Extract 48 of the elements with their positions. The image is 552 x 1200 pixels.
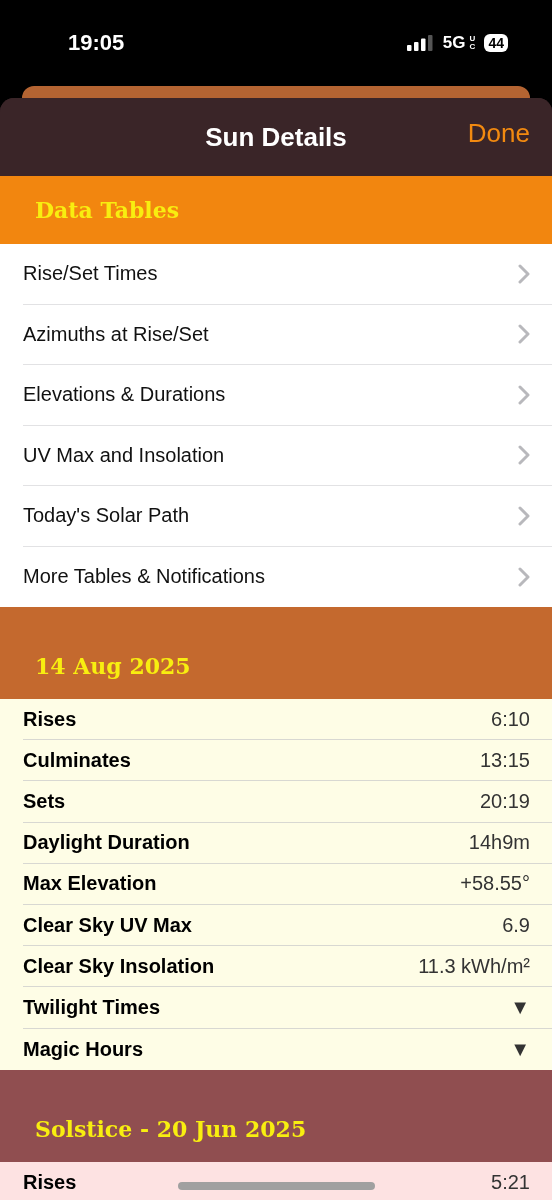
- row-label: Elevations & Durations: [23, 383, 226, 407]
- row-label: Magic Hours: [23, 1037, 144, 1061]
- row-label: Clear Sky Insolation: [23, 954, 215, 978]
- chevron-icon: [518, 566, 530, 587]
- table-row[interactable]: More Tables & Notifications: [23, 546, 552, 607]
- table-row[interactable]: UV Max and Insolation: [23, 425, 552, 486]
- signal-icon: [406, 35, 433, 51]
- table-row[interactable]: Azimuths at Rise/Set: [23, 304, 552, 365]
- network-sublabel: UC: [469, 35, 477, 51]
- row-value: +58.55°: [460, 872, 530, 896]
- chevron-icon: [518, 324, 530, 345]
- row-label: Sets: [23, 789, 66, 813]
- row-value: ▼: [510, 1037, 530, 1061]
- row-label: Culminates: [23, 748, 131, 772]
- row-value: 6:10: [491, 707, 530, 731]
- nav-title: Sun Details: [205, 121, 347, 153]
- row-label: Daylight Duration: [23, 831, 190, 855]
- section-title: Solstice - 20 Jun 2025: [35, 1115, 307, 1142]
- row-value: 13:15: [479, 748, 530, 772]
- chevron-icon: [518, 384, 530, 405]
- chevron-icon: [518, 445, 530, 466]
- row-label: Azimuths at Rise/Set: [23, 322, 209, 346]
- section-title: Data Tables: [35, 197, 180, 223]
- row-value: 14h9m: [468, 831, 530, 855]
- table-row[interactable]: Rise/Set Times: [23, 244, 552, 305]
- row-value: ▼: [510, 995, 530, 1019]
- section-title: 14 Aug 2025: [35, 653, 191, 679]
- row-value: 11.3 kWh/m²: [418, 954, 530, 978]
- chevron-icon: [518, 505, 530, 526]
- done-button[interactable]: Done: [467, 118, 530, 149]
- row-value: 6.9: [502, 913, 530, 937]
- row-label: Rises: [23, 707, 77, 731]
- table-row[interactable]: Today's Solar Path: [23, 486, 552, 547]
- row-label: UV Max and Insolation: [23, 443, 225, 467]
- row-label: Rise/Set Times: [23, 262, 158, 286]
- row-value: 20:19: [479, 789, 530, 813]
- row-label: Rises: [23, 1170, 77, 1194]
- network-label: 5G: [442, 33, 466, 53]
- row-label: More Tables & Notifications: [23, 565, 265, 589]
- row-label: Max Elevation: [23, 872, 157, 896]
- row-label: Clear Sky UV Max: [23, 913, 192, 937]
- table-row[interactable]: Elevations & Durations: [23, 365, 552, 426]
- row-label: Today's Solar Path: [23, 504, 190, 528]
- chevron-icon: [518, 263, 530, 284]
- battery-indicator: 44: [484, 34, 508, 52]
- row-value: 5:21: [491, 1170, 530, 1194]
- row-label: Twilight Times: [23, 995, 161, 1019]
- status-time: 19:05: [68, 30, 125, 56]
